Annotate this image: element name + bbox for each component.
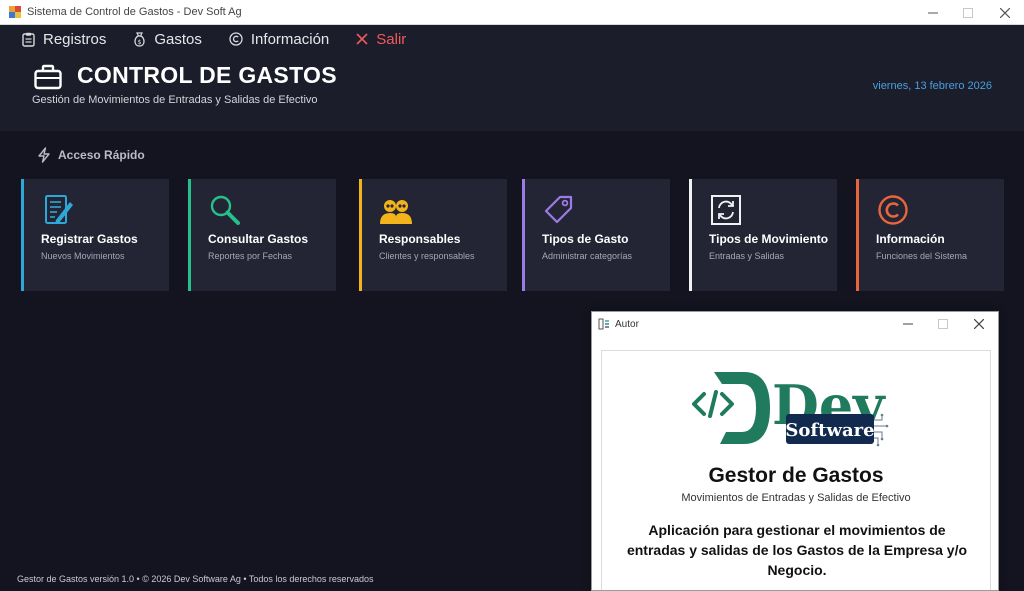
copyright-icon [876,193,910,227]
money-bag-icon: $ [133,31,146,47]
logo-text-small: Software [785,420,874,441]
card-title: Tipos de Movimiento [709,232,829,246]
app-icon [9,6,21,18]
dialog-close-icon[interactable] [962,312,996,336]
card-subtitle: Reportes por Fechas [208,251,293,261]
card-registrar-gastos[interactable]: Registrar Gastos Nuevos Movimientos [21,179,169,291]
current-date: viernes, 13 febrero 2026 [872,80,992,92]
dialog-heading: Gestor de Gastos [708,464,884,487]
page-title: CONTROL DE GASTOS [77,62,337,88]
minimize-icon[interactable] [916,0,950,25]
menu-registros[interactable]: Registros [22,31,106,48]
dialog-content: Dev Software Gestor de Gastos Movimiento… [601,350,991,590]
maximize-icon[interactable] [951,0,985,25]
dialog-app-icon [598,318,610,330]
window-title: Sistema de Control de Gastos - Dev Soft … [27,6,242,18]
close-icon[interactable] [988,0,1022,25]
card-title: Información [876,232,945,246]
edit-document-icon [41,193,75,227]
card-title: Consultar Gastos [208,232,309,246]
users-icon [379,193,413,227]
dialog-titlebar[interactable]: Autor [592,312,998,336]
dev-software-logo: Dev Software [692,372,889,447]
menu-gastos-label: Gastos [154,30,202,48]
dialog-minimize-icon[interactable] [891,312,925,336]
dialog-description: Aplicación para gestionar el movimientos… [626,522,968,578]
briefcase-icon [34,64,62,95]
card-informacion[interactable]: Información Funciones del Sistema [856,179,1004,291]
menu-gastos[interactable]: $ Gastos [133,31,202,48]
dialog-subheading: Movimientos de Entradas y Salidas de Efe… [681,492,911,504]
menu-registros-label: Registros [43,30,107,48]
menu-salir-label: Salir [376,30,407,48]
menu-bar: Registros $ Gastos Información Salir [0,25,1024,53]
card-subtitle: Nuevos Movimientos [41,251,125,261]
quick-access-text: Acceso Rápido [58,148,145,162]
magnifier-icon [208,193,242,227]
close-x-icon [356,33,368,45]
card-tipos-de-gasto[interactable]: Tipos de Gasto Administrar categorías [522,179,670,291]
dialog-maximize-icon[interactable] [926,312,960,336]
menu-informacion-label: Información [250,30,330,48]
menu-salir[interactable]: Salir [356,31,406,48]
dialog-title: Autor [615,318,639,330]
app-header: CONTROL DE GASTOS Gestión de Movimientos… [0,53,1024,131]
menu-informacion[interactable]: Información [229,31,329,48]
footer-text: Gestor de Gastos versión 1.0 • © 2026 De… [17,573,374,584]
card-responsables[interactable]: Responsables Clientes y responsables [359,179,507,291]
lightning-icon [37,147,51,163]
clipboard-icon [22,32,35,47]
window-titlebar[interactable]: Sistema de Control de Gastos - Dev Soft … [0,0,1024,25]
card-subtitle: Administrar categorías [542,251,633,261]
card-title: Responsables [379,232,461,246]
tag-icon [542,193,576,227]
card-tipos-de-movimiento[interactable]: Tipos de Movimiento Entradas y Salidas [689,179,837,291]
svg-text:$: $ [138,38,142,46]
card-subtitle: Funciones del Sistema [876,251,968,261]
card-title: Registrar Gastos [41,232,138,246]
card-title: Tipos de Gasto [542,232,629,246]
author-dialog: Autor Dev Software Gestor de Gastos Movi… [591,311,999,591]
card-consultar-gastos[interactable]: Consultar Gastos Reportes por Fechas [188,179,336,291]
refresh-icon [709,193,743,227]
page-subtitle: Gestión de Movimientos de Entradas y Sal… [32,94,318,106]
card-subtitle: Entradas y Salidas [709,251,785,261]
quick-access-label: Acceso Rápido [37,147,145,163]
copyright-icon [229,32,243,46]
card-subtitle: Clientes y responsables [379,251,475,261]
